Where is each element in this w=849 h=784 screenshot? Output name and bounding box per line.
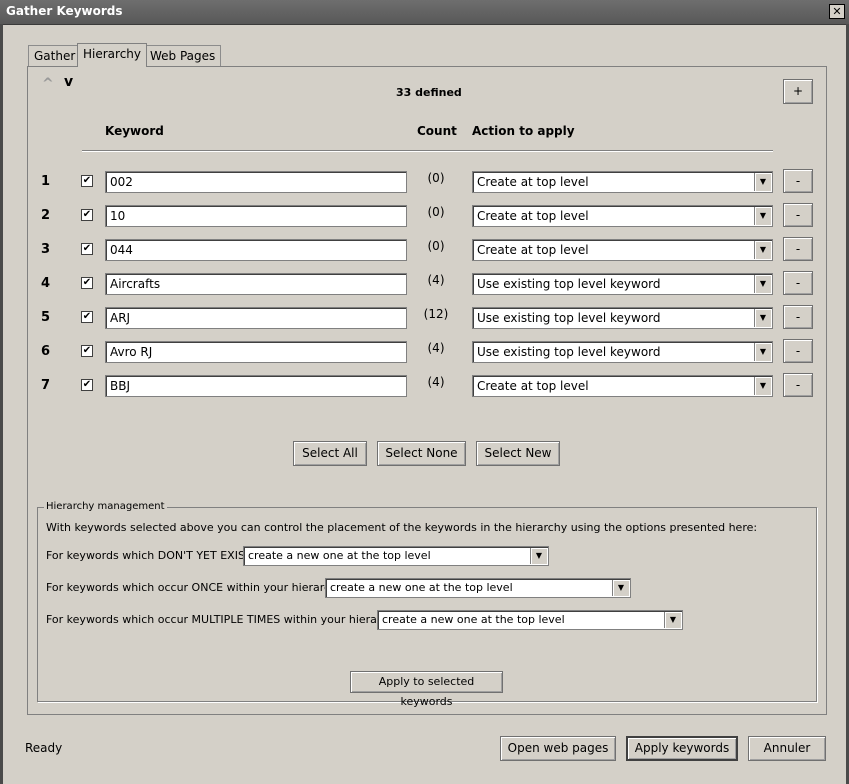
remove-keyword-button[interactable]: - (783, 237, 813, 261)
action-select[interactable]: Create at top level ▼ (472, 375, 773, 397)
remove-keyword-button[interactable]: - (783, 169, 813, 193)
row-checkbox[interactable]: ✔ (81, 243, 93, 255)
keyword-input[interactable]: Avro RJ (105, 341, 407, 363)
header-keyword: Keyword (105, 124, 164, 138)
multiple-select[interactable]: create a new one at the top level ▼ (377, 610, 683, 630)
once-label: For keywords which occur ONCE within you… (46, 581, 348, 594)
chevron-down-icon[interactable]: ▼ (754, 377, 771, 395)
keyword-count: (4) (427, 273, 445, 287)
action-select[interactable]: Use existing top level keyword ▼ (472, 273, 773, 295)
row-checkbox[interactable]: ✔ (81, 379, 93, 391)
window-title: Gather Keywords (6, 4, 123, 18)
action-select[interactable]: Use existing top level keyword ▼ (472, 307, 773, 329)
window-border-left (0, 24, 3, 784)
row-number: 3 (41, 242, 51, 257)
not-exist-select[interactable]: create a new one at the top level ▼ (243, 546, 549, 566)
keyword-input[interactable]: Aircrafts (105, 273, 407, 295)
chevron-down-icon[interactable]: ▼ (754, 275, 771, 293)
keyword-count: (0) (427, 171, 445, 185)
keyword-count: (4) (427, 375, 445, 389)
select-new-button[interactable]: Select New (476, 441, 560, 466)
action-value: Create at top level (477, 243, 589, 257)
chevron-down-icon[interactable]: ▼ (754, 173, 771, 191)
action-select[interactable]: Use existing top level keyword ▼ (472, 341, 773, 363)
keyword-count: (0) (427, 205, 445, 219)
chevron-down-icon[interactable]: ▼ (754, 309, 771, 327)
hierarchy-description: With keywords selected above you can con… (46, 521, 758, 534)
open-web-pages-button[interactable]: Open web pages (500, 736, 616, 761)
apply-selected-button[interactable]: Apply to selected keywords (350, 671, 503, 708)
keyword-input[interactable]: BBJ (105, 375, 407, 397)
chevron-down-icon[interactable]: ▼ (754, 241, 771, 259)
group-title: Hierarchy management (44, 501, 167, 512)
once-value: create a new one at the top level (330, 581, 513, 594)
row-number: 7 (41, 378, 51, 393)
row-number: 5 (41, 310, 51, 325)
add-keyword-button[interactable]: + (783, 79, 813, 104)
move-down-icon[interactable]: v (64, 74, 73, 90)
remove-keyword-button[interactable]: - (783, 339, 813, 363)
action-select[interactable]: Create at top level ▼ (472, 205, 773, 227)
keyword-count: (12) (423, 307, 449, 321)
row-number: 4 (41, 276, 51, 291)
keyword-input[interactable]: 10 (105, 205, 407, 227)
title-bar[interactable] (0, 0, 849, 25)
defined-count: 33 defined (396, 86, 462, 99)
remove-keyword-button[interactable]: - (783, 271, 813, 295)
row-checkbox[interactable]: ✔ (81, 175, 93, 187)
select-none-button[interactable]: Select None (377, 441, 466, 466)
chevron-down-icon[interactable]: ▼ (754, 207, 771, 225)
chevron-down-icon[interactable]: ▼ (754, 343, 771, 361)
keyword-input[interactable]: ARJ (105, 307, 407, 329)
header-divider (82, 150, 773, 152)
action-select[interactable]: Create at top level ▼ (472, 171, 773, 193)
row-number: 6 (41, 344, 51, 359)
remove-keyword-button[interactable]: - (783, 203, 813, 227)
tab-gather[interactable]: Gather (28, 45, 82, 66)
not-exist-value: create a new one at the top level (248, 549, 431, 562)
chevron-down-icon[interactable]: ▼ (530, 548, 547, 564)
row-checkbox[interactable]: ✔ (81, 311, 93, 323)
multiple-value: create a new one at the top level (382, 613, 565, 626)
action-value: Create at top level (477, 379, 589, 393)
move-up-icon[interactable]: ^ (42, 76, 54, 92)
row-checkbox[interactable]: ✔ (81, 209, 93, 221)
cancel-button[interactable]: Annuler (748, 736, 826, 761)
remove-keyword-button[interactable]: - (783, 305, 813, 329)
keyword-input[interactable]: 044 (105, 239, 407, 261)
row-number: 1 (41, 174, 51, 189)
action-value: Use existing top level keyword (477, 311, 661, 325)
apply-keywords-button[interactable]: Apply keywords (626, 736, 738, 761)
header-action: Action to apply (472, 124, 575, 138)
row-checkbox[interactable]: ✔ (81, 345, 93, 357)
keyword-input[interactable]: 002 (105, 171, 407, 193)
once-select[interactable]: create a new one at the top level ▼ (325, 578, 631, 598)
chevron-down-icon[interactable]: ▼ (612, 580, 629, 596)
keyword-count: (4) (427, 341, 445, 355)
action-value: Use existing top level keyword (477, 277, 661, 291)
select-all-button[interactable]: Select All (293, 441, 367, 466)
chevron-down-icon[interactable]: ▼ (664, 612, 681, 628)
close-button[interactable]: ✕ (829, 4, 845, 19)
remove-keyword-button[interactable]: - (783, 373, 813, 397)
action-select[interactable]: Create at top level ▼ (472, 239, 773, 261)
header-count: Count (417, 124, 457, 138)
row-checkbox[interactable]: ✔ (81, 277, 93, 289)
tab-hierarchy[interactable]: Hierarchy (77, 43, 148, 67)
keyword-count: (0) (427, 239, 445, 253)
tab-web-pages[interactable]: Web Pages (144, 45, 222, 66)
action-value: Create at top level (477, 175, 589, 189)
status-text: Ready (25, 741, 63, 755)
not-exist-label: For keywords which DON'T YET EXIST, (46, 549, 256, 562)
action-value: Create at top level (477, 209, 589, 223)
multiple-label: For keywords which occur MULTIPLE TIMES … (46, 613, 405, 626)
row-number: 2 (41, 208, 51, 223)
action-value: Use existing top level keyword (477, 345, 661, 359)
